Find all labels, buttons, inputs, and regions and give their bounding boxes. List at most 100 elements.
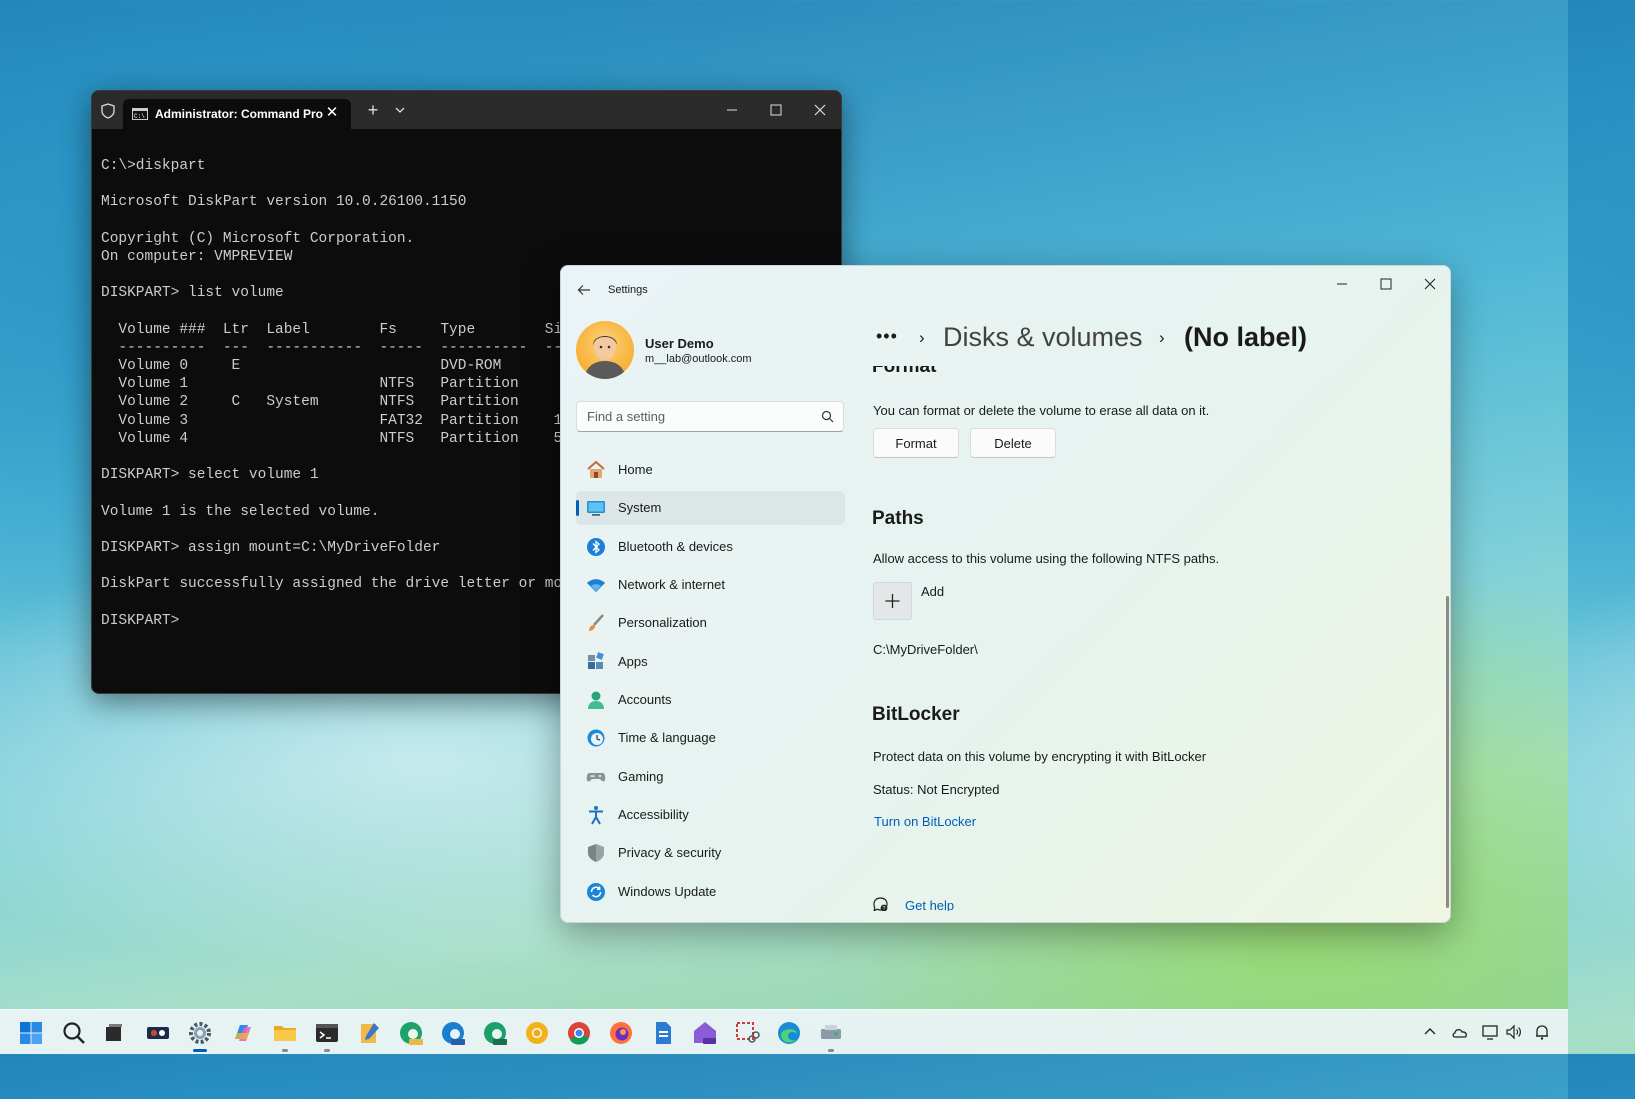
bluetooth-icon (587, 538, 605, 556)
sidebar-item-network[interactable]: Network & internet (576, 568, 845, 602)
close-icon[interactable] (805, 99, 835, 121)
taskbar (0, 1009, 1568, 1054)
search-input[interactable] (577, 402, 817, 431)
sidebar-item-label: Gaming (618, 769, 664, 784)
paths-heading: Paths (872, 508, 924, 529)
volume-icon[interactable] (1505, 1023, 1523, 1041)
close-icon[interactable] (1415, 273, 1445, 295)
edge-beta-icon[interactable] (439, 1019, 467, 1047)
system-icon (587, 501, 605, 516)
accessibility-icon (589, 806, 603, 825)
running-app-indicator (282, 1049, 288, 1052)
sidebar-item-apps[interactable]: Apps (576, 645, 845, 679)
breadcrumb-disks-volumes[interactable]: Disks & volumes (943, 322, 1143, 353)
widgets-icon[interactable] (144, 1019, 172, 1047)
sidebar-item-label: Accessibility (618, 807, 689, 822)
add-path-button[interactable] (873, 582, 912, 620)
search-icon[interactable] (60, 1019, 88, 1047)
scrollbar[interactable] (1446, 596, 1449, 908)
user-avatar-icon (584, 334, 626, 379)
notification-bell-icon[interactable] (1533, 1023, 1551, 1041)
terminal-line: On computer: VMPREVIEW (101, 248, 293, 265)
sidebar-item-privacy[interactable]: Privacy & security (576, 836, 845, 870)
svg-text:C:\: C:\ (134, 113, 145, 120)
minimize-icon[interactable] (1327, 273, 1357, 295)
sidebar-item-label: Privacy & security (618, 845, 722, 860)
sidebar-item-home[interactable]: Home (576, 453, 845, 487)
copilot-icon[interactable] (229, 1019, 257, 1047)
edge-icon[interactable] (775, 1019, 803, 1047)
format-button[interactable]: Format (873, 428, 959, 458)
chrome-icon[interactable] (565, 1019, 593, 1047)
drive-tool-icon[interactable] (817, 1019, 845, 1047)
add-path-label[interactable]: Add (921, 584, 944, 599)
home-icon (587, 460, 605, 478)
chevron-up-icon[interactable] (1421, 1023, 1439, 1041)
selection-indicator (576, 500, 579, 516)
sidebar-item-accessibility[interactable]: Accessibility (576, 798, 845, 832)
bitlocker-description: Protect data on this volume by encryptin… (873, 749, 1207, 764)
edge-canary-icon[interactable] (397, 1019, 425, 1047)
firefox-icon[interactable] (607, 1019, 635, 1047)
running-app-indicator (828, 1049, 834, 1052)
breadcrumb-overflow-button[interactable]: ••• (876, 326, 898, 347)
terminal-line: C:\>diskpart (101, 158, 206, 174)
settings-window[interactable]: Settings User Demo m__lab@outlook.com Ho… (560, 265, 1451, 923)
get-help-link[interactable]: Get help (905, 898, 954, 911)
network-icon[interactable] (1481, 1023, 1499, 1041)
sidebar-item-system[interactable]: System (576, 491, 845, 525)
terminal-tab-title: Administrator: Command Pro (155, 107, 324, 121)
search-icon[interactable] (821, 410, 834, 423)
get-help-icon[interactable]: ? (872, 896, 890, 911)
file-explorer-icon[interactable] (271, 1019, 299, 1047)
maximize-icon[interactable] (1371, 273, 1401, 295)
sidebar-item-label: Time & language (618, 730, 716, 745)
terminal-tab[interactable]: C:\ Administrator: Command Pro ✕ (123, 99, 351, 129)
path-item[interactable]: C:\MyDriveFolder\ (873, 642, 978, 657)
chevron-right-icon: › (919, 328, 925, 347)
sidebar-item-windows-update[interactable]: Windows Update (576, 875, 845, 909)
content-pane[interactable]: Format You can format or delete the volu… (866, 366, 1441, 911)
edge-dev-icon[interactable] (481, 1019, 509, 1047)
cloud-icon[interactable] (1451, 1023, 1469, 1041)
windows-start-icon[interactable] (17, 1019, 45, 1047)
window-title: Settings (608, 284, 648, 296)
gamepad-icon (586, 773, 606, 782)
sidebar-item-accounts[interactable]: Accounts (576, 683, 845, 717)
sidebar-item-personalization[interactable]: Personalization (576, 606, 845, 640)
preview-app-icon[interactable] (691, 1019, 719, 1047)
terminal-titlebar[interactable]: C:\ Administrator: Command Pro ✕ + (92, 91, 841, 129)
snipping-tool-icon[interactable] (733, 1019, 761, 1047)
search-box[interactable] (576, 401, 844, 432)
back-arrow-icon[interactable] (576, 282, 592, 298)
settings-app-icon[interactable] (186, 1019, 214, 1047)
maximize-icon[interactable] (761, 99, 791, 121)
bitlocker-status: Status: Not Encrypted (873, 782, 1000, 797)
running-app-indicator (324, 1049, 330, 1052)
user-email: m__lab@outlook.com (645, 353, 752, 365)
turn-on-bitlocker-link[interactable]: Turn on BitLocker (874, 814, 976, 829)
task-view-icon[interactable] (100, 1019, 128, 1047)
sidebar-item-gaming[interactable]: Gaming (576, 760, 845, 794)
new-tab-icon[interactable]: + (365, 101, 381, 119)
apps-icon (588, 652, 604, 669)
notepad-icon[interactable] (355, 1019, 383, 1047)
avatar[interactable] (576, 321, 634, 379)
sidebar-item-bluetooth[interactable]: Bluetooth & devices (576, 530, 845, 564)
paths-description: Allow access to this volume using the fo… (873, 551, 1220, 566)
sidebar-item-time-language[interactable]: Time & language (576, 721, 845, 755)
minimize-icon[interactable] (717, 99, 747, 121)
document-app-icon[interactable] (649, 1019, 677, 1047)
chrome-canary-icon[interactable] (523, 1019, 551, 1047)
close-tab-icon[interactable]: ✕ (325, 105, 339, 120)
chevron-down-icon[interactable] (393, 104, 407, 116)
chevron-right-icon: › (1159, 328, 1165, 347)
terminal-icon[interactable] (313, 1019, 341, 1047)
delete-button[interactable]: Delete (970, 428, 1056, 458)
terminal-line: Microsoft DiskPart version 10.0.26100.11… (101, 194, 467, 211)
sidebar-item-label: Home (618, 462, 653, 477)
shield-icon (101, 103, 115, 119)
format-description: You can format or delete the volume to e… (873, 403, 1210, 418)
